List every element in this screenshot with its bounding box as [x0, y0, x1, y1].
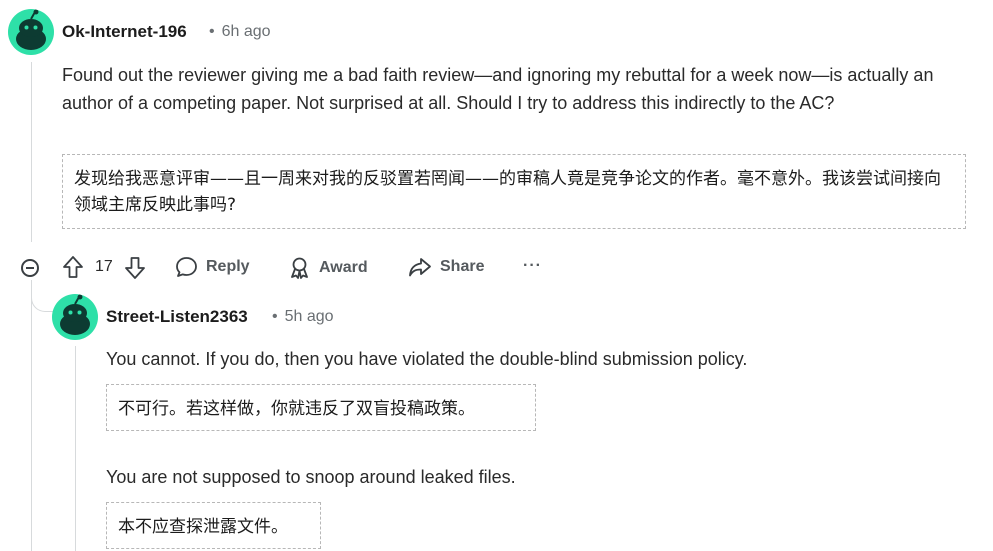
- share-icon: [409, 258, 431, 277]
- time-ago: 5h ago: [284, 308, 334, 325]
- comment-body: You cannot. If you do, then you have vio…: [106, 349, 748, 369]
- downvote-icon: [125, 257, 145, 279]
- time-ago: 6h ago: [221, 23, 271, 40]
- upvote-button[interactable]: [62, 255, 84, 284]
- award-icon: [291, 257, 308, 279]
- translation-box: 不可行。若这样做，你就违反了双盲投稿政策。: [106, 384, 536, 431]
- comment-timestamp: • 5h ago: [272, 308, 334, 326]
- snoo-avatar-icon: [16, 9, 46, 50]
- thread-line[interactable]: [31, 62, 32, 242]
- comment-author[interactable]: Ok-Internet-196: [62, 22, 187, 42]
- reply-button[interactable]: Reply: [175, 256, 250, 278]
- award-button[interactable]: Award: [288, 256, 368, 279]
- comment-icon: [176, 257, 197, 277]
- meta-separator: •: [272, 308, 278, 325]
- share-label: Share: [440, 258, 485, 275]
- upvote-icon: [63, 256, 83, 278]
- avatar[interactable]: [8, 9, 54, 55]
- comment-body: Found out the reviewer giving me a bad f…: [62, 65, 934, 113]
- vote-count: 17: [95, 258, 113, 275]
- comment-body: You are not supposed to snoop around lea…: [106, 467, 516, 487]
- more-icon[interactable]: ···: [523, 257, 542, 275]
- downvote-button[interactable]: [124, 256, 146, 285]
- meta-separator: •: [209, 23, 215, 40]
- snoo-avatar-icon: [60, 294, 90, 335]
- reply-label: Reply: [206, 258, 250, 275]
- collapse-icon[interactable]: [21, 259, 39, 277]
- comment-author[interactable]: Street-Listen2363: [106, 307, 248, 327]
- comment-timestamp: • 6h ago: [209, 23, 271, 41]
- translation-box: 本不应查探泄露文件。: [106, 502, 321, 549]
- thread-line[interactable]: [31, 280, 32, 551]
- award-label: Award: [319, 258, 368, 276]
- thread-line[interactable]: [75, 346, 76, 551]
- share-button[interactable]: Share: [408, 256, 484, 278]
- reply-connector: [31, 280, 53, 312]
- avatar[interactable]: [52, 294, 98, 340]
- translation-box: 发现给我恶意评审——且一周来对我的反驳置若罔闻——的审稿人竟是竞争论文的作者。毫…: [62, 154, 966, 229]
